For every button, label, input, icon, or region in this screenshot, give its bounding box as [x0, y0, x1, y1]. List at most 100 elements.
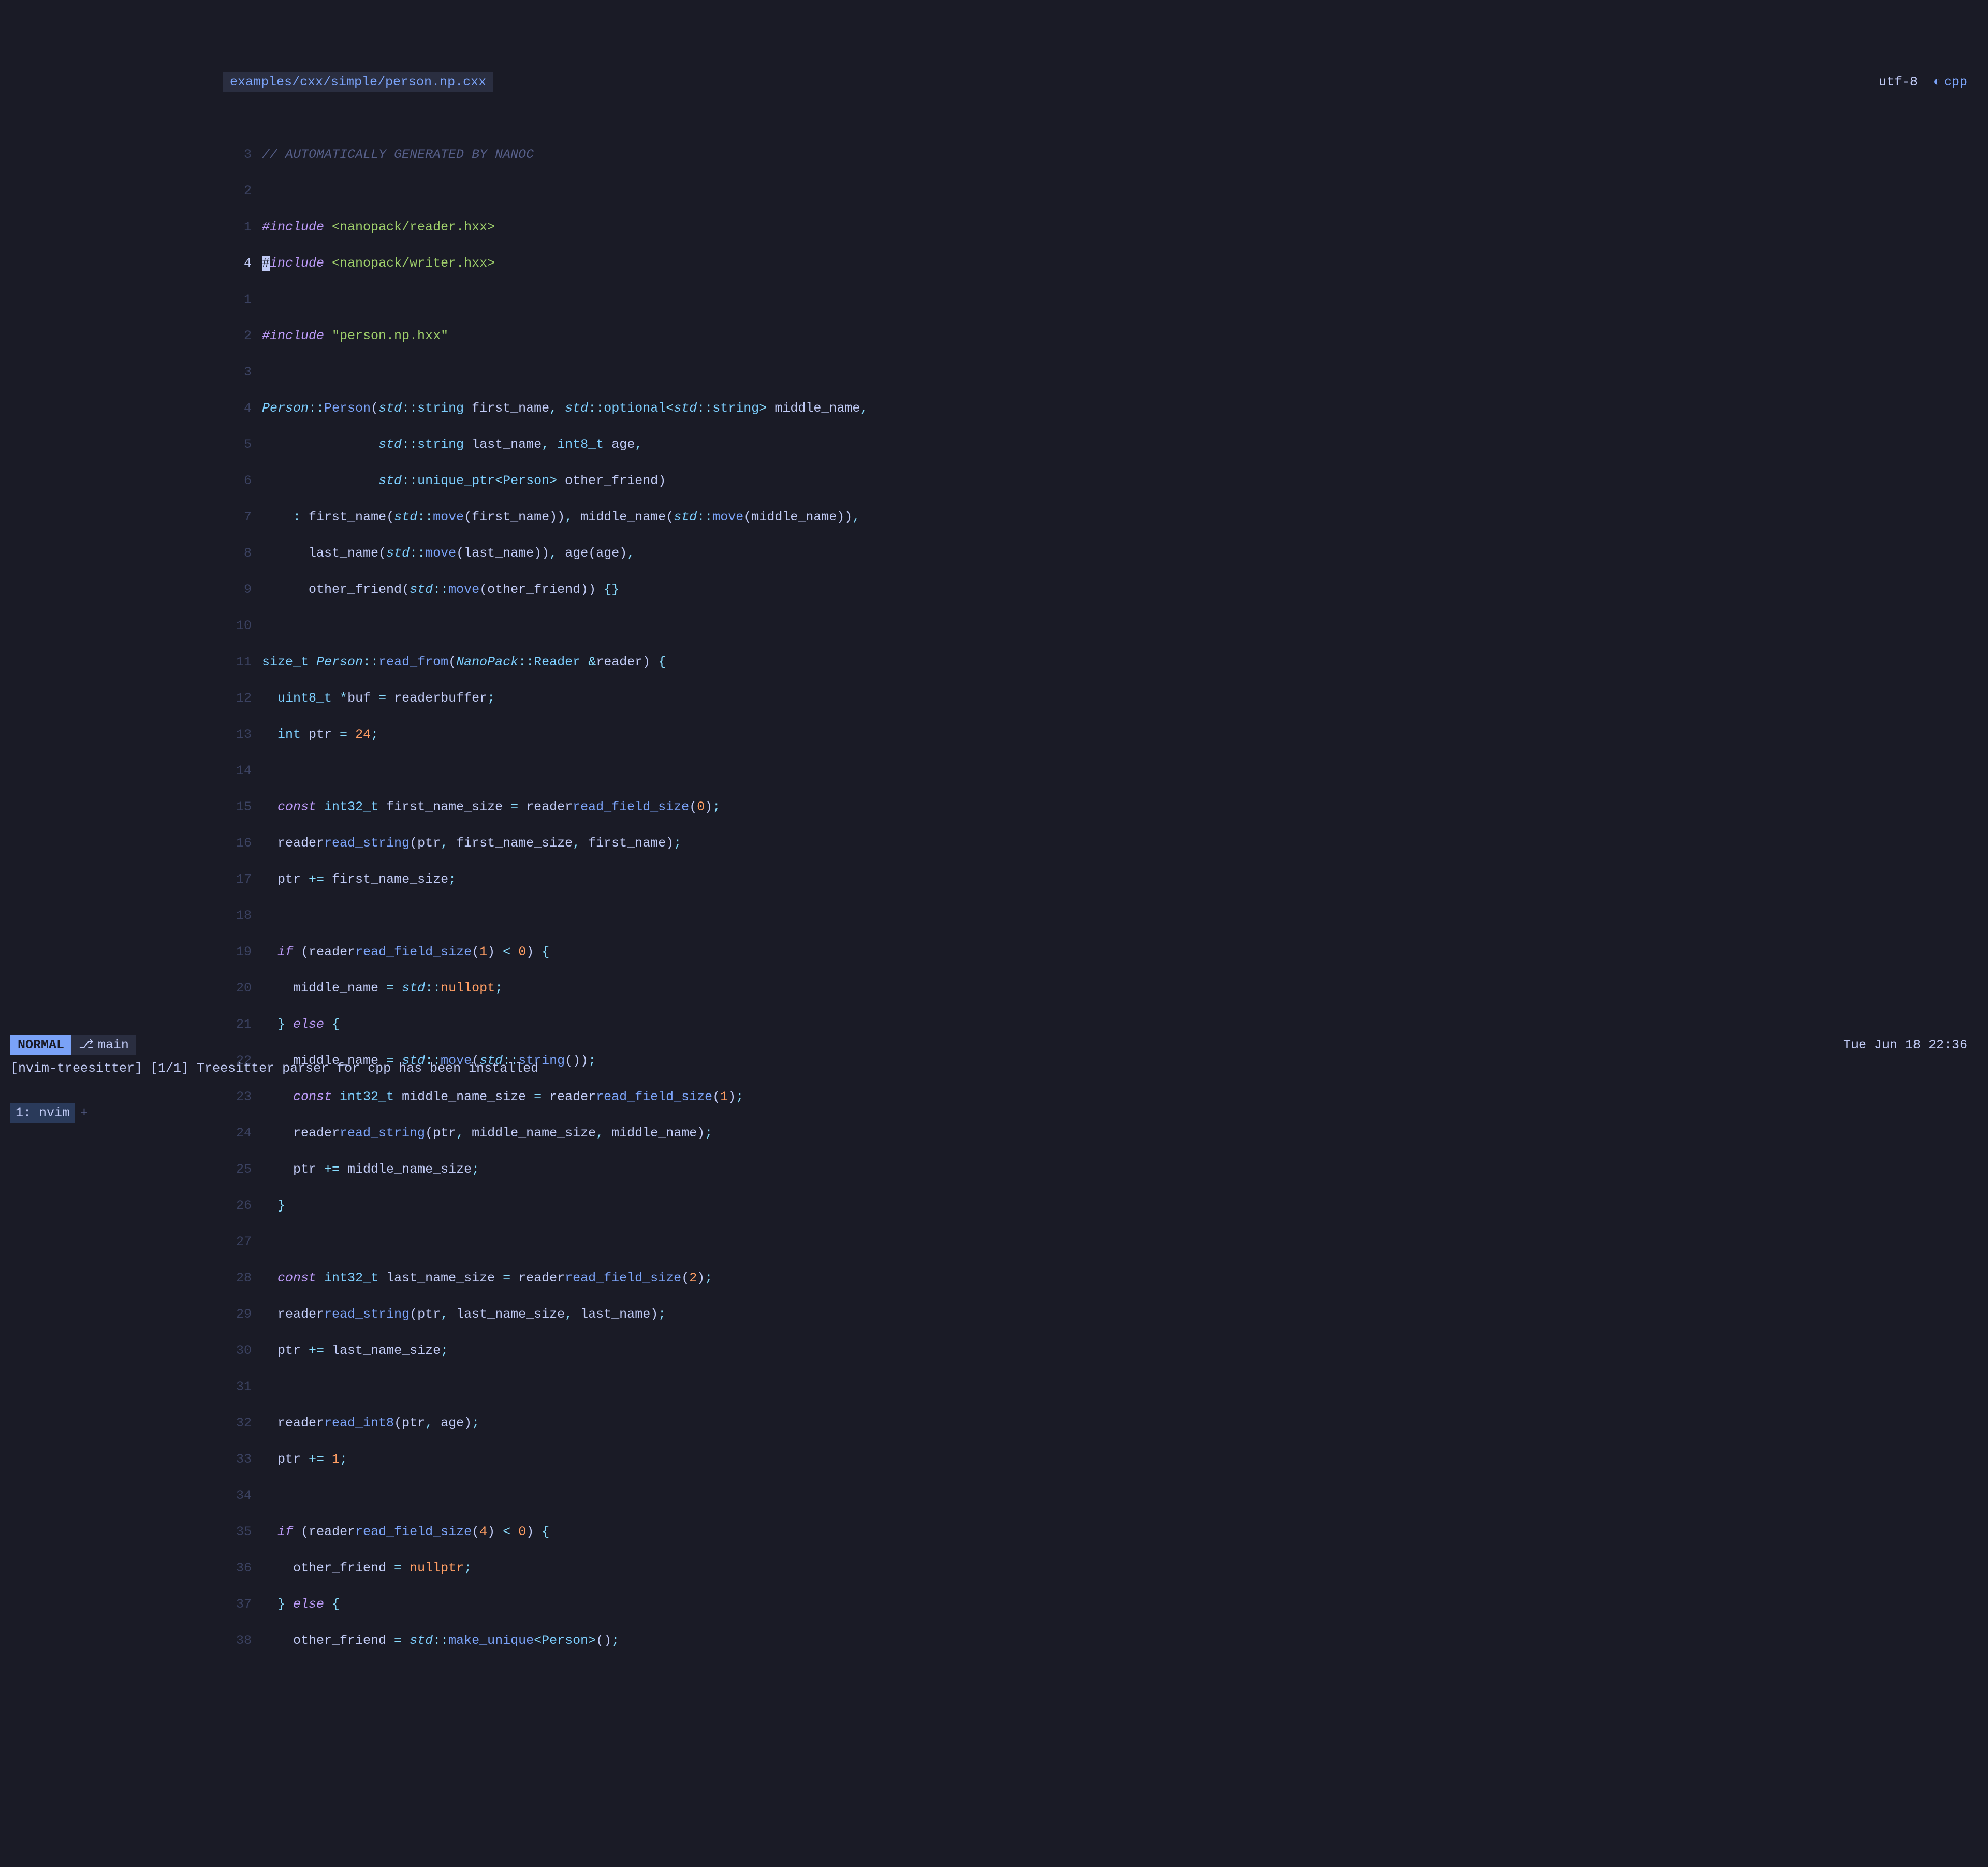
tmux-window-active[interactable]: 1: nvim	[10, 1103, 75, 1123]
line-number: 32	[223, 1414, 262, 1432]
line-number: 10	[223, 617, 262, 635]
line-number: 18	[223, 907, 262, 925]
code-line: 36 other_friend = nullptr;	[223, 1559, 1988, 1577]
filetype-indicator: ◐cpp	[1933, 73, 1967, 91]
line-number: 1	[223, 218, 262, 236]
line-number: 3	[223, 145, 262, 164]
cpp-icon: ◐	[1933, 75, 1941, 90]
code-line: 12 uint8_t *buf = readerbuffer;	[223, 689, 1988, 707]
code-line: 6 std::unique_ptr<Person> other_friend)	[223, 472, 1988, 490]
branch-icon: ⎇	[79, 1036, 94, 1054]
code-text: // AUTOMATICALLY GENERATED BY NANOC	[262, 145, 534, 164]
git-branch: ⎇main	[71, 1035, 136, 1055]
code-text: ptr += first_name_size;	[262, 870, 456, 888]
code-text: int ptr = 24;	[262, 725, 378, 743]
code-line: 14	[223, 762, 1988, 780]
code-text: if (readerread_field_size(4) < 0) {	[262, 1523, 549, 1541]
code-line: 31	[223, 1378, 1988, 1396]
code-text: readerread_string(ptr, first_name_size, …	[262, 834, 681, 852]
code-line: 11size_t Person::read_from(NanoPack::Rea…	[223, 653, 1988, 671]
code-line: 2	[223, 182, 1988, 200]
line-number: 2	[223, 182, 262, 200]
line-number: 29	[223, 1305, 262, 1323]
line-number: 8	[223, 544, 262, 562]
filetype-label: cpp	[1944, 75, 1967, 90]
code-line: 4Person::Person(std::string first_name, …	[223, 399, 1988, 417]
code-line: 27	[223, 1233, 1988, 1251]
code-text: other_friend = std::make_unique<Person>(…	[262, 1631, 619, 1650]
code-line: 1#include <nanopack/reader.hxx>	[223, 218, 1988, 236]
line-number: 9	[223, 580, 262, 599]
code-line: 33 ptr += 1;	[223, 1450, 1988, 1468]
line-number: 4	[223, 399, 262, 417]
mode-indicator: NORMAL	[10, 1035, 71, 1055]
tmux-new-window[interactable]: +	[75, 1103, 93, 1123]
code-text: const int32_t first_name_size = readerre…	[262, 798, 720, 816]
code-line: 18	[223, 907, 1988, 925]
code-text: uint8_t *buf = readerbuffer;	[262, 689, 495, 707]
code-text: std::string last_name, int8_t age,	[262, 435, 642, 454]
code-text: Person::Person(std::string first_name, s…	[262, 399, 868, 417]
line-number: 36	[223, 1559, 262, 1577]
code-text: other_friend = nullptr;	[262, 1559, 472, 1577]
line-number: 23	[223, 1088, 262, 1106]
code-text: ptr += 1;	[262, 1450, 347, 1468]
code-text: readerread_string(ptr, middle_name_size,…	[262, 1124, 712, 1142]
line-number: 13	[223, 725, 262, 743]
code-line: 1	[223, 290, 1988, 309]
tabline: examples/cxx/simple/person.np.cxx utf-8 …	[0, 72, 1988, 91]
line-number: 7	[223, 508, 262, 526]
line-number: 31	[223, 1378, 262, 1396]
encoding-label: utf-8	[1879, 73, 1918, 91]
code-line: 32 readerread_int8(ptr, age);	[223, 1414, 1988, 1432]
tabline-right: utf-8 ◐cpp	[1879, 73, 1988, 91]
statusline: NORMAL ⎇main Tue Jun 18 22:36	[10, 1035, 1978, 1054]
branch-name: main	[98, 1036, 129, 1054]
code-text: const int32_t middle_name_size = readerr…	[262, 1088, 743, 1106]
code-text: other_friend(std::move(other_friend)) {}	[262, 580, 619, 599]
line-number: 15	[223, 798, 262, 816]
line-number: 20	[223, 979, 262, 997]
code-text: }	[262, 1197, 285, 1215]
code-line: 20 middle_name = std::nullopt;	[223, 979, 1988, 997]
code-line: 34	[223, 1486, 1988, 1505]
line-number: 2	[223, 327, 262, 345]
line-number: 3	[223, 363, 262, 381]
code-line: 21 } else {	[223, 1015, 1988, 1033]
code-text: } else {	[262, 1015, 340, 1033]
code-text: middle_name = std::nullopt;	[262, 979, 503, 997]
code-line: 13 int ptr = 24;	[223, 725, 1988, 743]
line-number: 37	[223, 1595, 262, 1613]
code-text: } else {	[262, 1595, 340, 1613]
line-number: 33	[223, 1450, 262, 1468]
code-line: 9 other_friend(std::move(other_friend)) …	[223, 580, 1988, 599]
code-line: 30 ptr += last_name_size;	[223, 1341, 1988, 1360]
code-line: 23 const int32_t middle_name_size = read…	[223, 1088, 1988, 1106]
code-line: 5 std::string last_name, int8_t age,	[223, 435, 1988, 454]
line-number: 38	[223, 1631, 262, 1650]
code-text: #include <nanopack/reader.hxx>	[262, 218, 495, 236]
code-line: 25 ptr += middle_name_size;	[223, 1160, 1988, 1178]
code-line: 2#include "person.np.hxx"	[223, 327, 1988, 345]
code-line: 26 }	[223, 1197, 1988, 1215]
line-number: 6	[223, 472, 262, 490]
code-text: #include <nanopack/writer.hxx>	[262, 254, 495, 272]
line-number: 1	[223, 290, 262, 309]
line-number: 26	[223, 1197, 262, 1215]
line-number: 30	[223, 1341, 262, 1360]
line-number: 21	[223, 1015, 262, 1033]
code-text: readerread_int8(ptr, age);	[262, 1414, 479, 1432]
code-line: 29 readerread_string(ptr, last_name_size…	[223, 1305, 1988, 1323]
code-line: 10	[223, 617, 1988, 635]
code-text: ptr += middle_name_size;	[262, 1160, 479, 1178]
code-text: const int32_t last_name_size = readerrea…	[262, 1269, 712, 1287]
line-number: 34	[223, 1486, 262, 1505]
code-line: 16 readerread_string(ptr, first_name_siz…	[223, 834, 1988, 852]
code-line-current: 4#include <nanopack/writer.hxx>	[223, 254, 1988, 272]
editor-area[interactable]: 3// AUTOMATICALLY GENERATED BY NANOC 2 1…	[0, 127, 1988, 1668]
cursor: #	[262, 256, 270, 271]
code-line: 8 last_name(std::move(last_name)), age(a…	[223, 544, 1988, 562]
line-number: 25	[223, 1160, 262, 1178]
tab-active[interactable]: examples/cxx/simple/person.np.cxx	[223, 72, 493, 92]
line-number: 24	[223, 1124, 262, 1142]
